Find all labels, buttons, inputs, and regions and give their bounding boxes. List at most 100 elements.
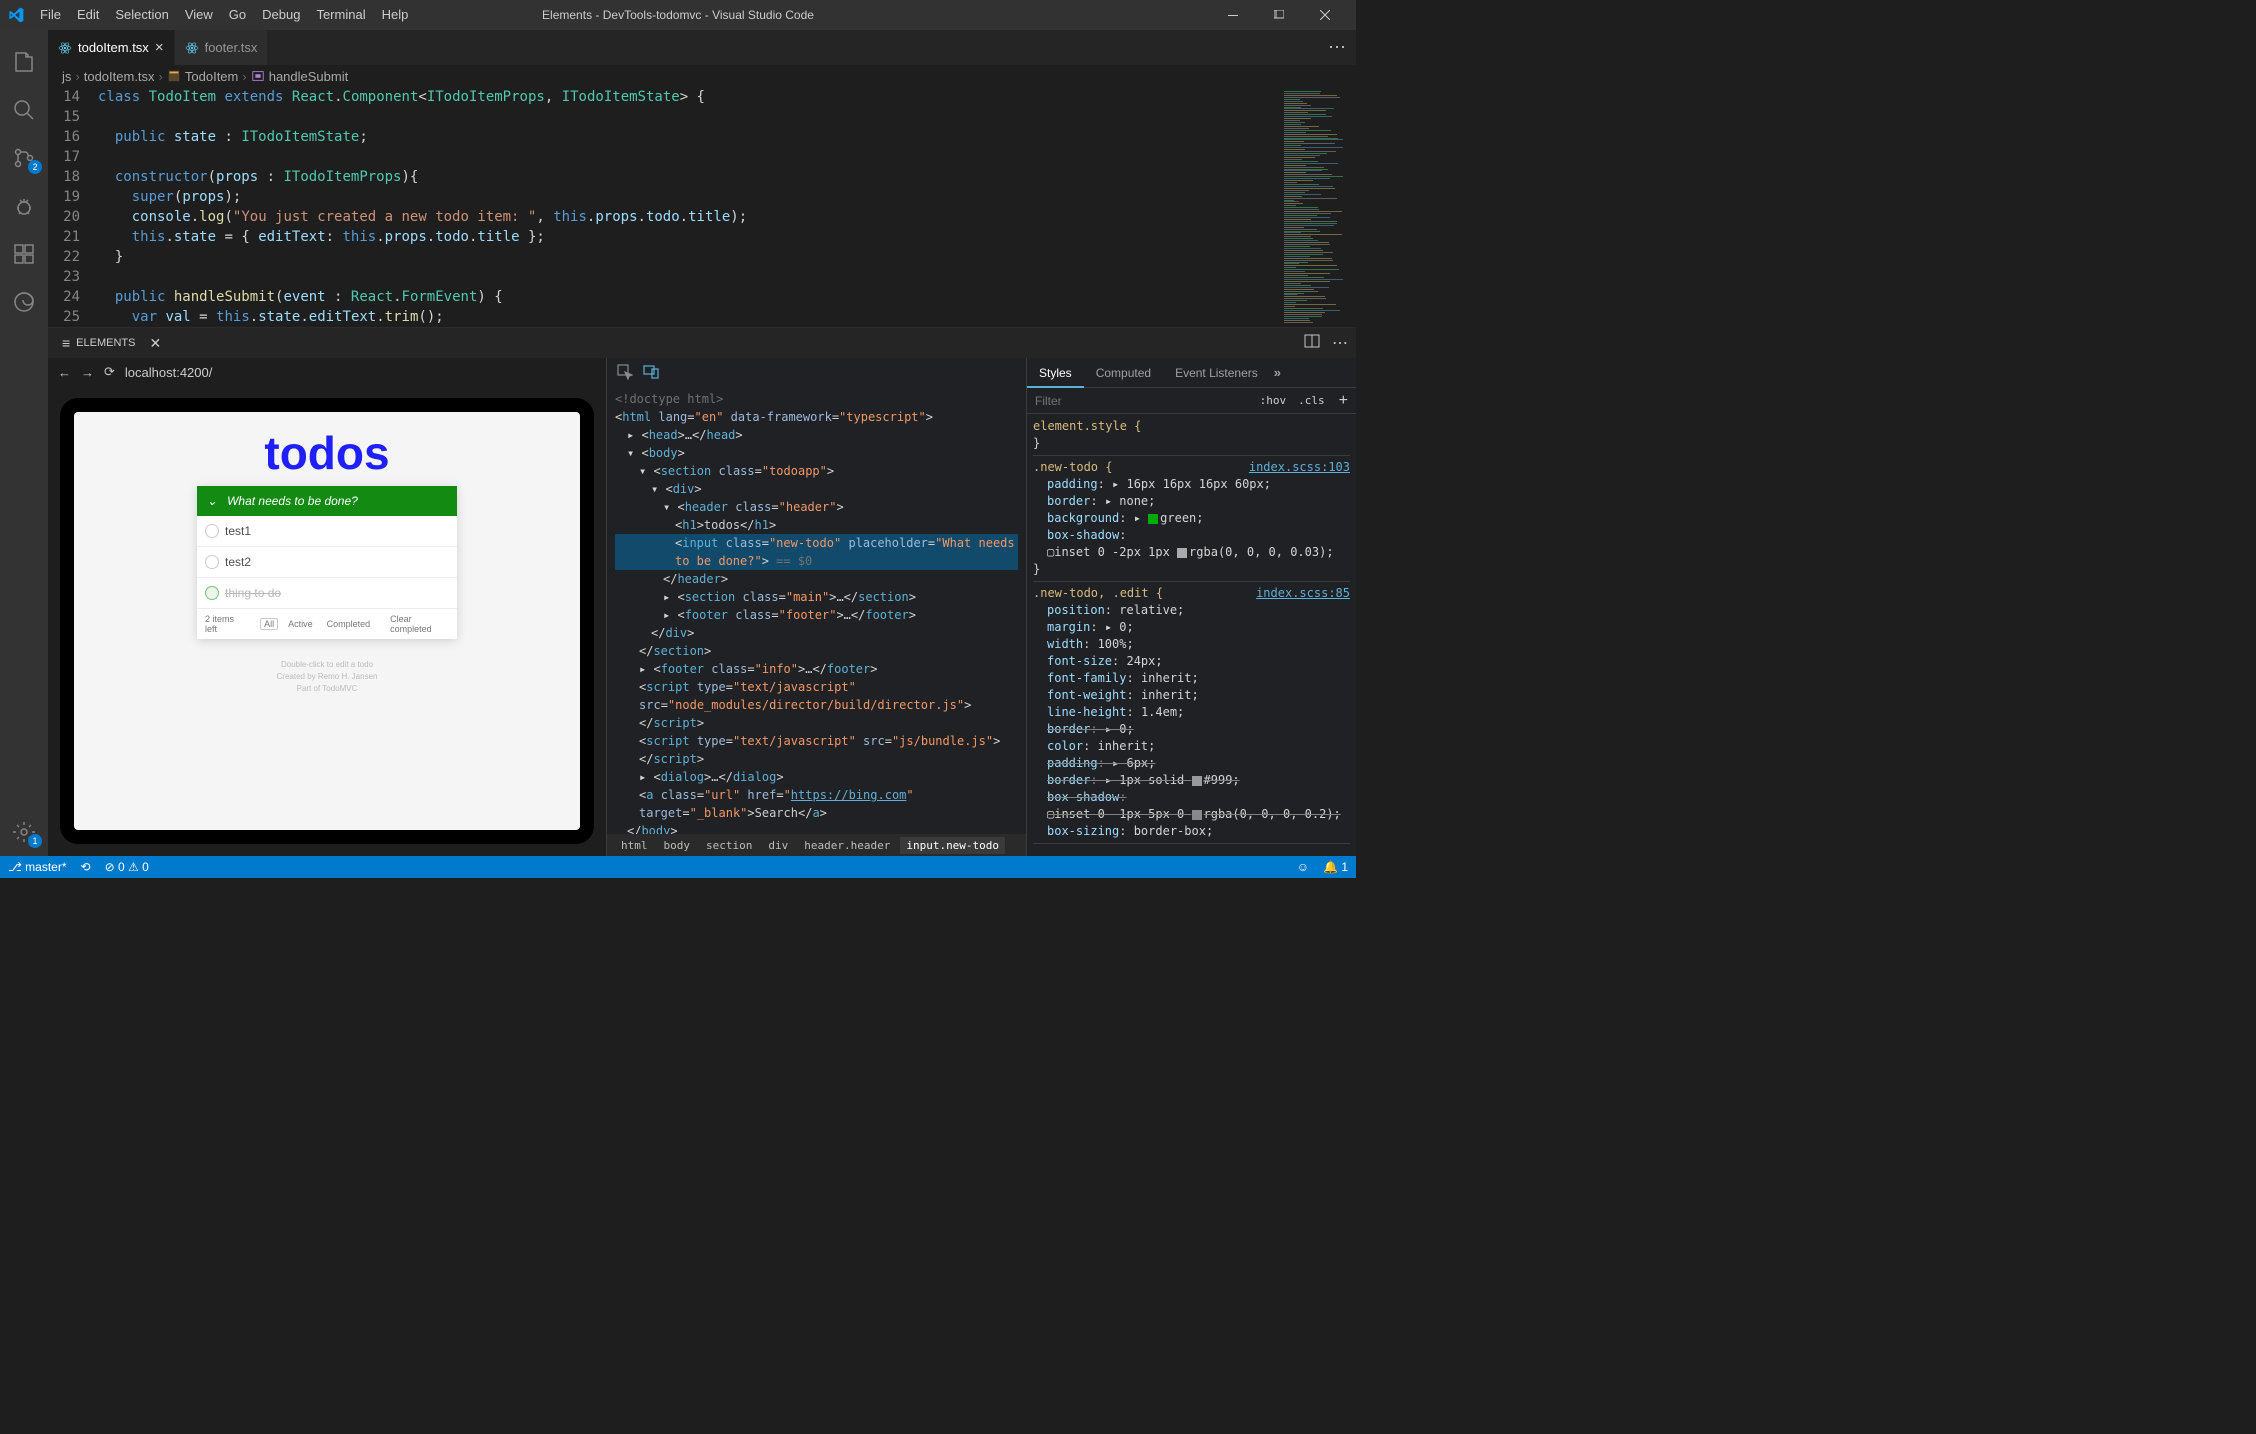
- filter-completed[interactable]: Completed: [323, 618, 375, 630]
- maximize-button[interactable]: [1256, 0, 1302, 30]
- styles-tab-styles[interactable]: Styles: [1027, 358, 1084, 388]
- dom-node[interactable]: <html lang="en" data-framework="typescri…: [615, 408, 1018, 426]
- dom-crumb-html[interactable]: html: [615, 837, 654, 854]
- minimize-button[interactable]: [1210, 0, 1256, 30]
- inspect-element-icon[interactable]: [617, 364, 633, 380]
- source-control-icon[interactable]: 2: [0, 134, 48, 182]
- preview-frame: todos ⌄ What needs to be done? test1test…: [60, 398, 594, 844]
- todo-item[interactable]: thing to do: [197, 578, 457, 609]
- dom-node[interactable]: ▾ <section class="todoapp">: [615, 462, 1018, 480]
- menu-go[interactable]: Go: [221, 0, 254, 30]
- dom-node[interactable]: ▸ <dialog>…</dialog>: [615, 768, 1018, 786]
- dom-crumb-section[interactable]: section: [700, 837, 758, 854]
- feedback-icon[interactable]: ☺: [1297, 860, 1309, 874]
- dom-node[interactable]: ▸ <footer class="info">…</footer>: [615, 660, 1018, 678]
- add-style-button[interactable]: +: [1331, 392, 1356, 410]
- problems-indicator[interactable]: ⊘ 0 ⚠ 0: [105, 860, 149, 874]
- chevron-down-icon[interactable]: ⌄: [207, 494, 217, 508]
- close-tab-icon[interactable]: ×: [155, 39, 164, 56]
- dom-node[interactable]: ▾ <header class="header">: [615, 498, 1018, 516]
- settings-badge: 1: [28, 834, 42, 848]
- cls-toggle[interactable]: .cls: [1292, 394, 1331, 407]
- preview-footer-info: Double-click to edit a todo Created by R…: [277, 659, 378, 695]
- refresh-icon[interactable]: ⟳: [104, 364, 115, 380]
- split-editor-icon[interactable]: [1304, 333, 1320, 353]
- menu-help[interactable]: Help: [374, 0, 417, 30]
- dom-tree[interactable]: <!doctype html><html lang="en" data-fram…: [607, 386, 1026, 834]
- dom-node[interactable]: ▾ <body>: [615, 444, 1018, 462]
- branch-indicator[interactable]: ⎇ master*: [8, 860, 67, 874]
- menu-terminal[interactable]: Terminal: [308, 0, 373, 30]
- window-title: Elements - DevTools-todomvc - Visual Stu…: [542, 8, 814, 22]
- dom-node[interactable]: ▸ <footer class="footer">…</footer>: [615, 606, 1018, 624]
- dom-node[interactable]: <!doctype html>: [615, 390, 1018, 408]
- dom-node[interactable]: <script type="text/javascript" src="js/b…: [615, 732, 1018, 768]
- hov-toggle[interactable]: :hov: [1254, 394, 1293, 407]
- scm-badge: 2: [28, 160, 42, 174]
- styles-tabs-more-icon[interactable]: »: [1274, 365, 1281, 380]
- breadcrumb-TodoItem[interactable]: TodoItem: [167, 69, 238, 84]
- dom-node[interactable]: ▸ <section class="main">…</section>: [615, 588, 1018, 606]
- notifications-icon[interactable]: 🔔 1: [1323, 860, 1348, 874]
- dom-node[interactable]: <input class="new-todo" placeholder="Wha…: [615, 534, 1018, 570]
- todos-title: todos: [264, 426, 389, 480]
- clear-completed[interactable]: Clear completed: [390, 614, 449, 634]
- menu-selection[interactable]: Selection: [107, 0, 176, 30]
- more-actions-icon[interactable]: ⋯: [1328, 37, 1346, 58]
- styles-tab-event-listeners[interactable]: Event Listeners: [1163, 358, 1270, 388]
- dom-node[interactable]: <h1>todos</h1>: [615, 516, 1018, 534]
- filter-active[interactable]: Active: [284, 618, 317, 630]
- styles-body[interactable]: element.style {}.new-todo {index.scss:10…: [1027, 414, 1356, 856]
- dom-node[interactable]: <script type="text/javascript" src="node…: [615, 678, 1018, 732]
- breadcrumb-todoItem.tsx[interactable]: todoItem.tsx: [84, 69, 155, 84]
- dom-crumb-input-new-todo[interactable]: input.new-todo: [900, 837, 1005, 854]
- forward-icon[interactable]: →: [81, 365, 94, 380]
- new-todo-input[interactable]: ⌄ What needs to be done?: [197, 486, 457, 516]
- extensions-icon[interactable]: [0, 230, 48, 278]
- statusbar: ⎇ master* ⟲ ⊘ 0 ⚠ 0 ☺ 🔔 1: [0, 856, 1356, 878]
- dom-node[interactable]: <a class="url" href="https://bing.com" t…: [615, 786, 1018, 822]
- explorer-icon[interactable]: [0, 38, 48, 86]
- dom-breadcrumbs[interactable]: htmlbodysectiondivheader.headerinput.new…: [607, 834, 1026, 856]
- devtools-panel: ≡ Elements ✕ ⋯ ← → ⟳ localhost:4200/: [48, 327, 1356, 856]
- dom-crumb-header-header[interactable]: header.header: [798, 837, 896, 854]
- breadcrumb-handleSubmit[interactable]: handleSubmit: [251, 69, 349, 84]
- breadcrumb-js[interactable]: js: [62, 69, 71, 84]
- menu-edit[interactable]: Edit: [69, 0, 107, 30]
- filter-all[interactable]: All: [260, 618, 278, 630]
- menu-debug[interactable]: Debug: [254, 0, 308, 30]
- dom-node[interactable]: </section>: [615, 642, 1018, 660]
- list-icon: ≡: [62, 335, 70, 351]
- close-button[interactable]: [1302, 0, 1348, 30]
- todo-item[interactable]: test1: [197, 516, 457, 547]
- dom-node[interactable]: ▸ <head>…</head>: [615, 426, 1018, 444]
- styles-tab-computed[interactable]: Computed: [1084, 358, 1163, 388]
- sync-icon[interactable]: ⟲: [81, 860, 91, 874]
- url-bar[interactable]: localhost:4200/: [125, 365, 212, 380]
- tab-todoItem-tsx[interactable]: todoItem.tsx×: [48, 30, 175, 65]
- editor-tabs: todoItem.tsx×footer.tsx ⋯: [48, 30, 1356, 65]
- todo-item[interactable]: test2: [197, 547, 457, 578]
- device-toolbar-icon[interactable]: [643, 364, 659, 380]
- menu-file[interactable]: File: [32, 0, 69, 30]
- panel-more-icon[interactable]: ⋯: [1332, 333, 1348, 353]
- search-icon[interactable]: [0, 86, 48, 134]
- close-panel-icon[interactable]: ✕: [149, 335, 161, 352]
- dom-node[interactable]: </header>: [615, 570, 1018, 588]
- minimap[interactable]: [1276, 87, 1356, 327]
- breadcrumbs[interactable]: js› todoItem.tsx› TodoItem› handleSubmit: [48, 65, 1356, 87]
- settings-icon[interactable]: 1: [0, 808, 48, 856]
- back-icon[interactable]: ←: [58, 365, 71, 380]
- menu-view[interactable]: View: [177, 0, 221, 30]
- dom-node[interactable]: </body>: [615, 822, 1018, 834]
- elements-panel-tab[interactable]: ≡ Elements ✕: [56, 328, 167, 358]
- dom-node[interactable]: </div>: [615, 624, 1018, 642]
- tab-footer-tsx[interactable]: footer.tsx: [175, 30, 269, 65]
- code-editor[interactable]: 141516171819202122232425 class TodoItem …: [48, 87, 1356, 327]
- styles-filter-input[interactable]: [1027, 394, 1254, 408]
- debug-icon[interactable]: [0, 182, 48, 230]
- dom-crumb-body[interactable]: body: [658, 837, 697, 854]
- dom-crumb-div[interactable]: div: [762, 837, 794, 854]
- dom-node[interactable]: ▾ <div>: [615, 480, 1018, 498]
- edge-icon[interactable]: [0, 278, 48, 326]
